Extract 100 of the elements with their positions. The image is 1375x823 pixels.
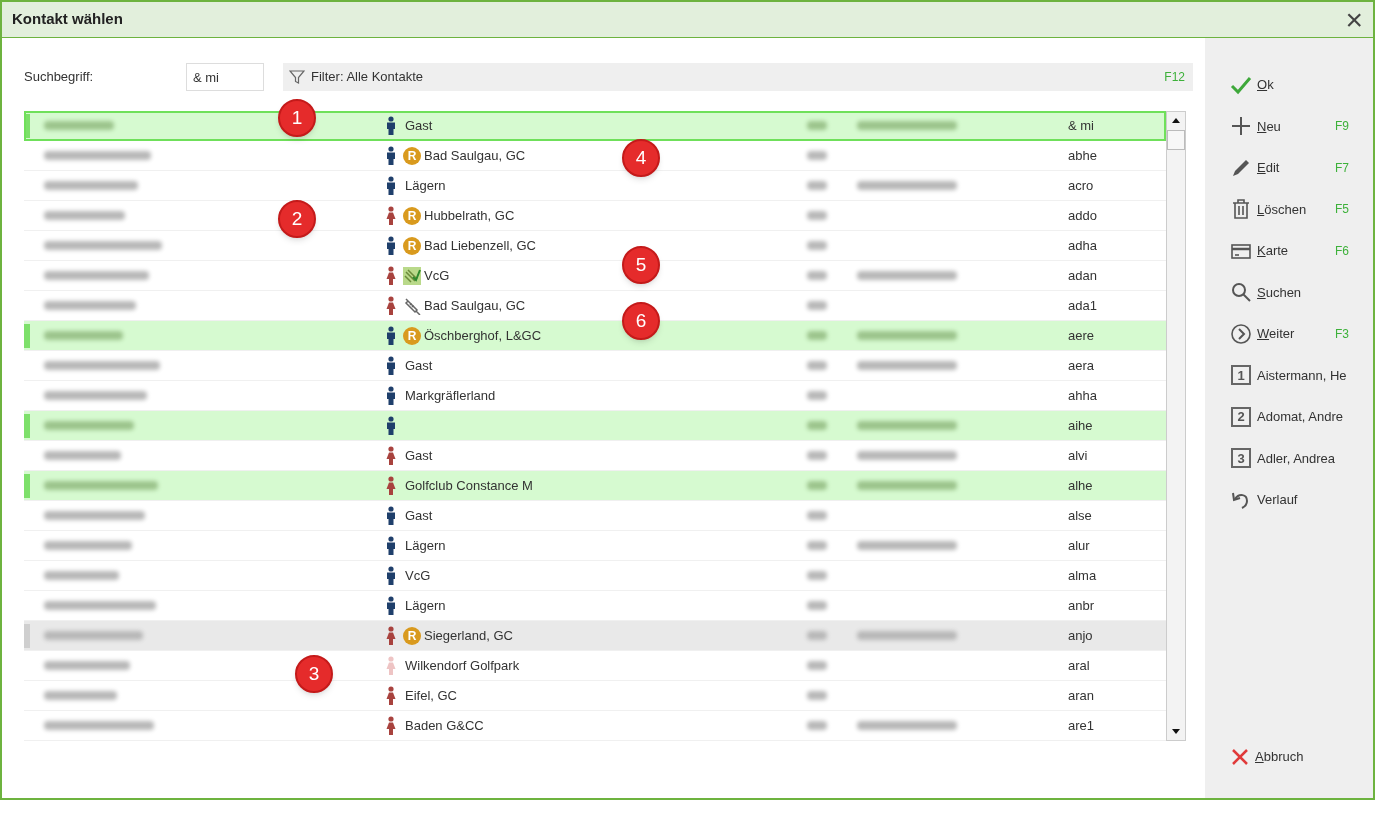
contact-row[interactable]: aihe [24,411,1166,441]
syringe-icon [403,296,421,315]
code-cell-text: abhe [1068,146,1098,165]
blurred-text [807,631,827,640]
club-name: Lägern [405,596,446,615]
code-cell-text: anbr [1068,596,1096,615]
club-name: Gast [405,356,433,375]
sidebar-action[interactable]: Ok [1229,64,1373,106]
blurred-text [807,271,827,280]
number-square-icon: 1 [1231,365,1251,386]
club-name: Bad Saulgau, GC [424,296,526,315]
code-cell-text: acro [1068,176,1095,195]
sidebar-action[interactable]: 1 Aistermann, He [1229,354,1373,396]
search-field[interactable]: & mi [186,63,264,91]
number-square-icon: 2 [1231,406,1251,427]
blurred-text [807,481,827,490]
code-cell-text: aral [1068,656,1091,675]
blurred-text [807,541,827,550]
club-name: Gast [405,446,433,465]
blurred-text [807,451,827,460]
code-cell-text: ada1 [1068,296,1098,315]
club-name: Lägern [405,536,446,555]
code-cell-text: aera [1068,356,1096,375]
sidebar-action[interactable]: 3 Adler, Andrea [1229,437,1373,479]
sidebar-action[interactable]: Edit F7 [1229,147,1373,189]
r-badge: R [403,206,421,225]
scroll-thumb[interactable] [1167,130,1185,150]
club-name: Golfclub Constance M [405,476,533,495]
sidebar-action[interactable]: 2 Adomat, Andre [1229,396,1373,438]
trash-icon [1230,198,1252,221]
sidebar-action[interactable]: Löschen F5 [1229,188,1373,230]
code-cell-text: are1 [1068,716,1096,735]
code-cell-text: addo [1068,206,1098,225]
shortcut-key: F9 [1335,117,1349,136]
shortcut-key: F7 [1335,158,1349,177]
club-name: Bad Saulgau, GC [424,146,526,165]
contact-row[interactable]: R Siegerland, GC anjo [24,621,1166,651]
shortcut-key: F3 [1335,324,1349,343]
code-cell-text: ahha [1068,386,1098,405]
blurred-text [807,361,827,370]
window-title: Kontakt wählen [12,9,123,30]
filter-bar[interactable]: Filter: Alle Kontakte F12 [283,63,1193,91]
filter-icon [289,69,305,85]
blurred-text [807,571,827,580]
scrollbar[interactable] [1166,111,1186,741]
contact-row[interactable]: Golfclub Constance M alhe [24,471,1166,501]
blurred-text [807,661,827,670]
sidebar-action[interactable]: Karte F6 [1229,230,1373,272]
blurred-text [807,721,827,730]
shortcut-key: F12 [1164,68,1185,86]
blurred-text [807,391,827,400]
code-cell-text: aihe [1068,416,1094,435]
blurred-text [44,121,114,130]
club-name: Baden G&CC [405,716,484,735]
code-cell-text: adan [1068,266,1098,285]
sidebar-action[interactable]: Neu F9 [1229,105,1373,147]
club-name: VcG [405,566,431,585]
blurred-text [807,241,827,250]
club-name: Bad Liebenzell, GC [424,236,536,255]
row-marker [24,623,30,648]
r-badge: R [403,236,421,255]
club-name: VcG [424,266,450,285]
row-marker [24,413,30,438]
club-name: Gast [405,506,433,525]
chevron-circle-icon [1230,322,1252,345]
row-marker [24,113,30,138]
callout-marker: 1 [278,99,316,137]
blurred-text [807,601,827,610]
club-name: Lägern [405,176,446,195]
cancel-button[interactable]: Abbruch [1229,746,1373,768]
sidebar-action[interactable]: Verlauf [1229,479,1373,521]
search-icon [1230,281,1252,304]
blurred-text [807,121,827,130]
club-name: Öschberghof, L&GC [424,326,542,345]
r-badge: R [403,326,421,345]
club-name: Hubbelrath, GC [424,206,515,225]
blurred-text [807,331,827,340]
code-cell-text: anjo [1068,626,1094,645]
code-cell-text: alhe [1068,476,1094,495]
code-cell-text: alvi [1068,446,1089,465]
sidebar-action[interactable]: Suchen [1229,271,1373,313]
code-cell-text: aere [1068,326,1096,345]
code-cell-text: adha [1068,236,1098,255]
number-square-icon: 3 [1231,448,1251,469]
row-marker [24,323,30,348]
code-cell-text: & mi [1068,116,1095,135]
r-badge: R [403,146,421,165]
filter-label: Filter: Alle Kontakte [311,68,424,87]
blurred-text [807,301,827,310]
sidebar-action[interactable]: Weiter F3 [1229,313,1373,355]
club-name: Wilkendorf Golfpark [405,656,520,675]
code-cell-text: alse [1068,506,1093,525]
blurred-text [807,421,827,430]
hatched-card-icon [403,266,421,285]
shortcut-key: F6 [1335,241,1349,260]
blurred-text [807,691,827,700]
code-cell-text: alur [1068,536,1091,555]
row-marker [24,473,30,498]
club-name: Siegerland, GC [424,626,513,645]
close-button[interactable]: × [1345,4,1363,35]
